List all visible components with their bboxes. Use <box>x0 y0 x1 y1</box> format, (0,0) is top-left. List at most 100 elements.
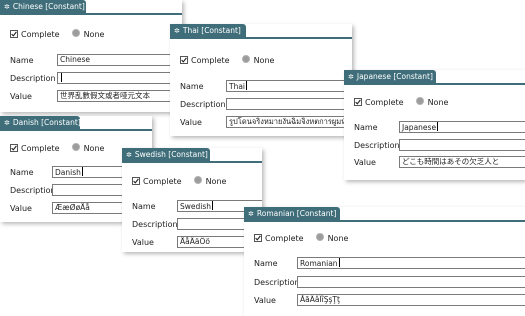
description-label: Description <box>254 278 300 287</box>
tab-bar: ✲ Japanese [Constant] <box>344 70 525 85</box>
name-value: Chinese <box>60 55 90 64</box>
text-cursor <box>246 81 248 90</box>
complete-checkbox[interactable] <box>10 144 18 152</box>
tab-japanese-constant[interactable]: ✲ Japanese [Constant] <box>344 70 436 83</box>
none-radio[interactable] <box>71 29 80 37</box>
tab-label: Swedish [Constant] <box>134 150 208 159</box>
tab-bar: ✲ Romanian [Constant] <box>244 207 525 222</box>
name-value: Danish <box>55 168 81 177</box>
complete-checkbox[interactable] <box>254 234 262 242</box>
tab-chinese-constant[interactable]: ✲ Chinese [Constant] <box>0 0 86 13</box>
value-label: Value <box>10 92 32 101</box>
checkmark-icon <box>11 31 17 37</box>
value-field[interactable]: ĂăÂâÎîŞşŢţ <box>297 294 525 306</box>
value-text: ĂăÂâÎîŞşŢţ <box>300 295 340 304</box>
name-label: Name <box>180 82 204 91</box>
tab-label: Romanian [Constant] <box>256 209 337 218</box>
none-radio[interactable] <box>71 143 80 151</box>
checkmark-icon <box>133 178 139 184</box>
gear-icon: ✲ <box>4 3 10 11</box>
complete-checkbox[interactable] <box>180 56 188 64</box>
checkmark-icon <box>255 235 261 241</box>
description-field[interactable] <box>297 276 525 288</box>
complete-checkbox[interactable] <box>10 30 18 38</box>
none-label: None <box>205 177 227 186</box>
tab-bar: ✲ Chinese [Constant] <box>0 0 182 15</box>
name-label: Name <box>10 56 34 65</box>
value-text: ÅåÄäÖö <box>180 237 210 246</box>
text-cursor <box>338 258 340 267</box>
value-label: Value <box>254 296 276 305</box>
complete-label: Complete <box>21 144 60 153</box>
value-label: Value <box>10 204 32 213</box>
gear-icon: ✲ <box>248 210 254 218</box>
checkmark-icon <box>355 99 361 105</box>
complete-row: Complete None <box>132 176 226 187</box>
none-label: None <box>83 144 105 153</box>
none-radio[interactable] <box>315 233 324 241</box>
value-field[interactable]: 世界乱數假文或者哑元文本 <box>57 90 182 102</box>
value-field[interactable]: รูปโดนจริงหมายงันฉิมจิงหตการผูมห์ <box>226 116 352 128</box>
name-field[interactable]: Romanian <box>297 257 525 269</box>
description-label: Description <box>180 100 226 109</box>
complete-label: Complete <box>265 234 304 243</box>
value-text: ÆæØøÅå <box>55 203 90 212</box>
description-field[interactable] <box>226 98 352 110</box>
description-label: Description <box>10 74 56 83</box>
checkmark-icon <box>181 57 187 63</box>
value-text: 世界乱數假文或者哑元文本 <box>60 91 150 100</box>
complete-row: Complete None <box>10 143 104 154</box>
none-radio[interactable] <box>193 176 202 184</box>
complete-checkbox[interactable] <box>354 98 362 106</box>
tab-label: Japanese [Constant] <box>356 72 433 81</box>
none-label: None <box>83 30 105 39</box>
gear-icon: ✲ <box>348 73 354 81</box>
none-radio[interactable] <box>241 55 250 63</box>
tab-bar: ✲ Swedish [Constant] <box>122 148 262 163</box>
complete-label: Complete <box>143 177 182 186</box>
name-field[interactable]: Thai <box>226 80 352 92</box>
tab-swedish-constant[interactable]: ✲ Swedish [Constant] <box>122 148 210 161</box>
value-text: รูปโดนจริงหมายงันฉิมจิงหตการผูมห์ <box>229 117 347 126</box>
name-label: Name <box>10 168 34 177</box>
text-cursor <box>212 201 214 210</box>
description-label: Description <box>132 220 178 229</box>
name-value: Romanian <box>300 259 338 268</box>
complete-row: Complete None <box>254 233 348 244</box>
panel-thai: ✲ Thai [Constant] Complete None Name Thai … <box>170 24 352 136</box>
name-label: Name <box>254 259 278 268</box>
name-label: Name <box>132 202 156 211</box>
panel-romanian: ✲ Romanian [Constant] Complete None Name R… <box>244 207 525 316</box>
name-label: Name <box>354 123 378 132</box>
gear-icon: ✲ <box>126 151 132 159</box>
checkmark-icon <box>11 145 17 151</box>
complete-label: Complete <box>191 56 230 65</box>
name-value: Thai <box>229 82 246 91</box>
name-field[interactable]: Japanese <box>399 121 525 133</box>
value-field[interactable]: どこも時間はあその欠乏人と <box>399 156 525 168</box>
none-radio[interactable] <box>415 97 424 105</box>
description-field[interactable] <box>399 139 525 151</box>
description-label: Description <box>10 186 56 195</box>
tab-romanian-constant[interactable]: ✲ Romanian [Constant] <box>244 207 340 220</box>
complete-row: Complete None <box>10 29 104 40</box>
text-cursor <box>437 122 439 131</box>
complete-checkbox[interactable] <box>132 177 140 185</box>
tab-label: Chinese [Constant] <box>12 2 85 11</box>
complete-label: Complete <box>21 30 60 39</box>
name-value: Swedish <box>180 202 212 211</box>
panel-chinese: ✲ Chinese [Constant] Complete None Name Ch… <box>0 0 182 112</box>
name-field[interactable]: Chinese <box>57 54 182 66</box>
tab-danish-constant[interactable]: ✲ Danish [Constant] <box>0 116 81 129</box>
none-label: None <box>327 234 349 243</box>
tab-thai-constant[interactable]: ✲ Thai [Constant] <box>170 24 246 37</box>
panel-swedish: ✲ Swedish [Constant] Complete None Name Sw… <box>122 148 262 252</box>
value-label: Value <box>180 118 202 127</box>
description-label: Description <box>354 141 400 150</box>
none-label: None <box>427 98 449 107</box>
value-label: Value <box>132 238 154 247</box>
text-cursor <box>61 73 62 82</box>
tab-bar: ✲ Danish [Constant] <box>0 116 152 131</box>
description-field[interactable] <box>57 72 182 84</box>
panel-japanese: ✲ Japanese [Constant] Complete None Name J… <box>344 70 525 180</box>
